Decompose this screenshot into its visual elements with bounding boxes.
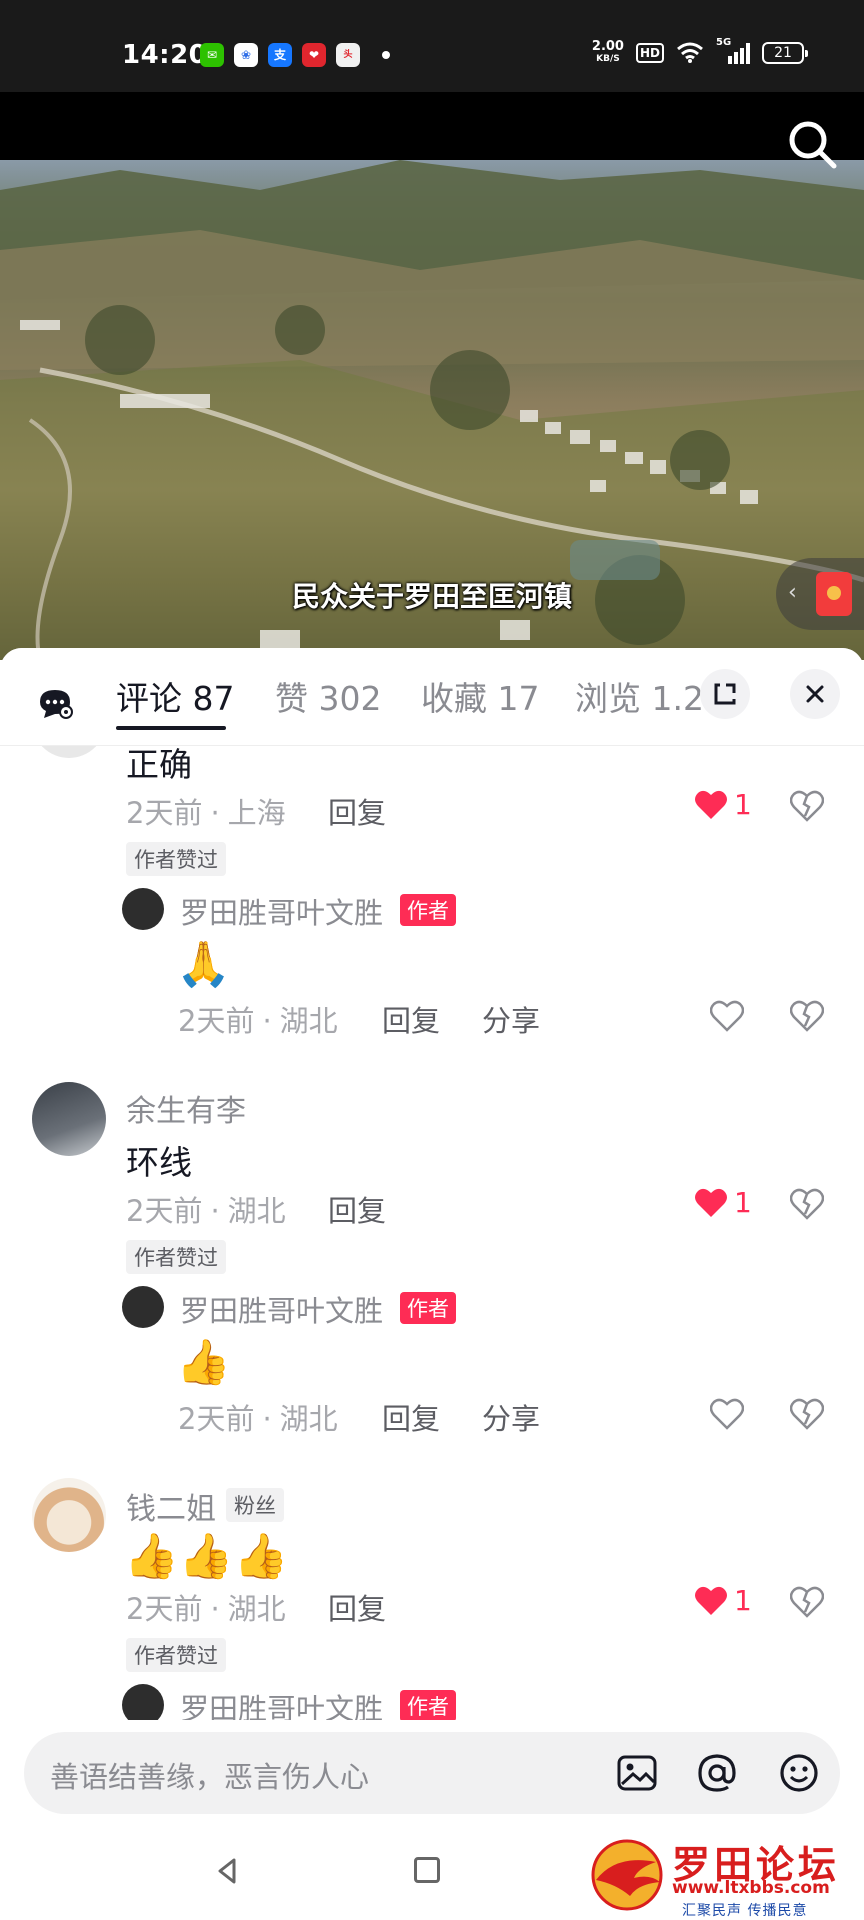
mention-icon[interactable] (694, 1750, 740, 1796)
comment-input[interactable]: 善语结善缘，恶言伤人心 (24, 1732, 840, 1814)
battery-icon: 21 (762, 42, 808, 64)
comment-list[interactable]: 正确 2天前 · 上海 回复 1 作者赞过 罗田胜哥叶文胜 作者 🙏 2天前 · 湖北 … (0, 746, 864, 1720)
search-icon (789, 121, 837, 169)
commenter-name[interactable]: 钱二姐 (126, 1484, 216, 1528)
comment-meta: 2天前 · 湖北 (126, 1592, 286, 1626)
close-icon (806, 685, 824, 703)
tab-favorites[interactable]: 收藏 17 (421, 672, 539, 720)
author-name[interactable]: 罗田胜哥叶文胜 (180, 1288, 383, 1330)
comment-tabs: 评论 87 赞 302 收藏 17 浏览 1.2 (0, 648, 864, 746)
avatar[interactable] (32, 1082, 106, 1156)
nav-back-button[interactable] (212, 1856, 242, 1886)
share-button[interactable]: 分享 (482, 998, 540, 1040)
author-avatar[interactable] (122, 888, 164, 930)
reply-emoji: 👍 (176, 1337, 231, 1388)
input-placeholder: 善语结善缘，恶言伤人心 (50, 1760, 370, 1794)
app-icon-red: ❤ (302, 43, 326, 67)
chat-settings-icon[interactable] (36, 686, 74, 720)
tab-views[interactable]: 浏览 1.2 (575, 672, 704, 720)
signal-icon: 5G (716, 37, 750, 65)
dislike-button[interactable] (790, 1398, 824, 1430)
baidu-icon: ❀ (234, 43, 258, 67)
close-button[interactable] (790, 669, 840, 719)
comment-meta: 2天前 · 湖北 (126, 1194, 286, 1228)
watermark-url: www.ltxbbs.com (672, 1878, 830, 1898)
author-liked-tag: 作者赞过 (126, 842, 226, 876)
dislike-button[interactable] (790, 790, 824, 822)
author-badge: 作者 (400, 1690, 456, 1720)
hd-icon: HD (635, 43, 664, 63)
expand-button[interactable] (700, 669, 750, 719)
tab-comments[interactable]: 评论 87 (116, 672, 234, 720)
like-button[interactable]: 1 (694, 1186, 752, 1219)
reply-button[interactable]: 回复 (328, 790, 386, 832)
share-button[interactable]: 分享 (482, 1396, 540, 1438)
like-count: 1 (734, 1584, 752, 1617)
red-packet-button[interactable]: ‹ (776, 558, 864, 630)
forum-watermark: 罗田论坛 www.ltxbbs.com 汇聚民声 传播民意 (586, 1834, 848, 1920)
commenter-name[interactable]: 余生有李 (126, 1086, 246, 1130)
like-count: 1 (734, 788, 752, 821)
watermark-slogan: 汇聚民声 传播民意 (682, 1903, 808, 1919)
comment-text: 环线 (126, 1143, 192, 1182)
dislike-button[interactable] (790, 1000, 824, 1032)
dislike-button[interactable] (790, 1586, 824, 1618)
reply-button[interactable]: 回复 (328, 1188, 386, 1230)
heart-filled-icon (695, 1188, 727, 1217)
like-button[interactable]: 1 (694, 1584, 752, 1617)
tab-likes[interactable]: 赞 302 (275, 672, 381, 720)
author-name[interactable]: 罗田胜哥叶文胜 (180, 1686, 383, 1720)
comment-text: 正确 (126, 746, 192, 784)
dislike-button[interactable] (790, 1188, 824, 1220)
fan-badge: 粉丝 (226, 1488, 284, 1522)
heart-outline-icon[interactable] (710, 1398, 744, 1430)
avatar[interactable] (32, 1478, 106, 1552)
author-avatar[interactable] (122, 1684, 164, 1720)
video-subtitle: 民众关于罗田至匡河镇 (291, 580, 572, 613)
author-name[interactable]: 罗田胜哥叶文胜 (180, 890, 383, 932)
status-bar: 14:20 ✉ ❀ 支 ❤ 头 2.00 KB/S HD 5G 21 (0, 0, 864, 92)
more-notifications-dot (382, 51, 390, 59)
nav-home-button[interactable] (414, 1857, 440, 1883)
net-speed: 2.00 KB/S (591, 39, 624, 64)
author-badge: 作者 (400, 1292, 456, 1324)
comment-panel: 评论 87 赞 302 收藏 17 浏览 1.2 正确 2天前·上海 回复 (0, 648, 864, 1720)
author-avatar[interactable] (122, 1286, 164, 1328)
comment-text: 👍👍👍 (124, 1531, 289, 1582)
status-time: 14:20 (122, 40, 208, 70)
reply-button[interactable]: 回复 (328, 1586, 386, 1628)
search-button[interactable] (784, 116, 840, 172)
reply-meta: 2天前 · 湖北 (178, 1402, 338, 1436)
reply-button[interactable]: 回复 (382, 1396, 440, 1438)
notification-icons: ✉ ❀ 支 ❤ 头 (200, 43, 390, 67)
wifi-icon (677, 42, 703, 63)
comment-meta: 2天前 · 上海 (126, 796, 286, 830)
emoji-icon[interactable] (776, 1750, 822, 1796)
author-liked-tag: 作者赞过 (126, 1638, 226, 1672)
reply-button[interactable]: 回复 (382, 998, 440, 1040)
reply-meta: 2天前 · 湖北 (178, 1004, 338, 1038)
heart-outline-icon[interactable] (710, 1000, 744, 1032)
toutiao-icon: 头 (336, 43, 360, 67)
forum-logo-emblem (591, 1839, 663, 1911)
status-right: 2.00 KB/S HD 5G 21 (591, 37, 808, 66)
heart-filled-icon (695, 790, 727, 819)
wechat-icon: ✉ (200, 43, 224, 67)
like-count: 1 (734, 1186, 752, 1219)
comment-input-bar: 善语结善缘，恶言伤人心 (0, 1720, 864, 1820)
author-liked-tag: 作者赞过 (126, 1240, 226, 1274)
image-icon[interactable] (614, 1750, 660, 1796)
chevron-left-icon: ‹ (788, 580, 797, 605)
like-button[interactable]: 1 (694, 788, 752, 821)
heart-filled-icon (695, 1586, 727, 1615)
alipay-icon: 支 (268, 43, 292, 67)
author-badge: 作者 (400, 894, 456, 926)
video-top-bar (0, 92, 864, 160)
red-packet-icon (816, 572, 852, 616)
expand-icon (714, 683, 736, 705)
reply-emoji: 🙏 (176, 939, 231, 990)
avatar[interactable] (32, 746, 106, 758)
active-tab-indicator (116, 726, 226, 730)
